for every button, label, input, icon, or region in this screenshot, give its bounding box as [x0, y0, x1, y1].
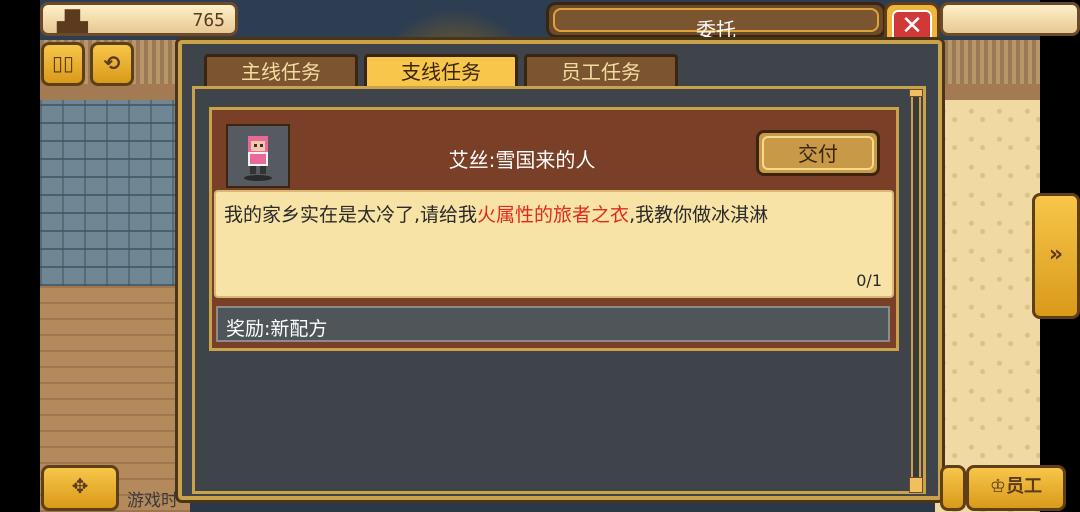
- scrollbar[interactable]: [911, 93, 921, 489]
- right-info-bar: [940, 2, 1080, 36]
- close-icon: ✕: [892, 10, 932, 42]
- deliver-button[interactable]: 交付: [756, 130, 880, 176]
- bottom-right-tab[interactable]: [940, 465, 966, 511]
- tab-side-quests[interactable]: 支线任务: [364, 54, 518, 88]
- quest-list: 艾丝:雪国来的人 交付 我的家乡实在是太冷了,请给我火属性的旅者之衣,我教你做冰…: [192, 86, 926, 494]
- window-title: 委托: [696, 18, 736, 42]
- sand-floor: [935, 100, 1040, 512]
- double-arrow-right-icon: »: [1048, 242, 1064, 267]
- staff-icon: ♔: [989, 476, 1007, 497]
- pause-icon: ▯▯: [51, 51, 74, 75]
- quest-title: 艾丝:雪国来的人: [448, 148, 596, 172]
- desc-highlight: 火属性的旅者之衣: [477, 204, 630, 226]
- quest-card: 艾丝:雪国来的人 交付 我的家乡实在是太冷了,请给我火属性的旅者之衣,我教你做冰…: [209, 107, 899, 351]
- funds-value: 765: [192, 10, 225, 31]
- tab-main-quests[interactable]: 主线任务: [204, 54, 358, 88]
- pause-button[interactable]: ▯▯: [41, 42, 85, 86]
- scrollbar-thumb[interactable]: [909, 477, 923, 493]
- quest-description-text: 我的家乡实在是太冷了,请给我火属性的旅者之衣,我教你做冰淇淋: [224, 200, 768, 227]
- character-portrait: [226, 124, 290, 188]
- character-sprite-icon: [244, 136, 272, 181]
- reward-text: 奖励:新配方: [226, 318, 328, 340]
- deliver-label: 交付: [762, 136, 874, 170]
- swap-button[interactable]: ⟲: [90, 42, 134, 86]
- quest-description: 我的家乡实在是太冷了,请给我火属性的旅者之衣,我教你做冰淇淋 0/1: [214, 190, 894, 298]
- move-button[interactable]: ✥: [41, 465, 119, 511]
- desc-prefix: 我的家乡实在是太冷了,请给我: [224, 204, 478, 226]
- scrollbar-top-cap: [909, 89, 923, 97]
- funds-bar: ▟▙ 765: [40, 2, 238, 36]
- window-title-frame: 委托: [553, 8, 879, 42]
- quest-progress: 0/1: [856, 271, 882, 290]
- tab-bar: 主线任务 支线任务 员工任务: [204, 54, 678, 88]
- move-icon: ✥: [71, 474, 89, 498]
- bottom-status-text: 游戏时: [127, 491, 178, 511]
- building-chart-icon: ▟▙: [57, 9, 88, 33]
- staff-button-label: 员工: [1006, 476, 1043, 497]
- swap-icon: ⟲: [103, 51, 121, 75]
- window-title-bar: 委托: [546, 2, 886, 42]
- reward-bar: 奖励:新配方: [216, 306, 890, 342]
- stone-floor: [40, 100, 190, 286]
- expand-side-button[interactable]: »: [1032, 193, 1080, 319]
- desc-suffix: ,我教你做冰淇淋: [629, 204, 769, 226]
- staff-button[interactable]: ♔员工: [966, 465, 1066, 511]
- tab-staff-quests[interactable]: 员工任务: [524, 54, 678, 88]
- commission-panel: 主线任务 支线任务 员工任务 艾丝:雪国来的人 交付 我的家乡实在是太冷了,请给…: [175, 37, 945, 503]
